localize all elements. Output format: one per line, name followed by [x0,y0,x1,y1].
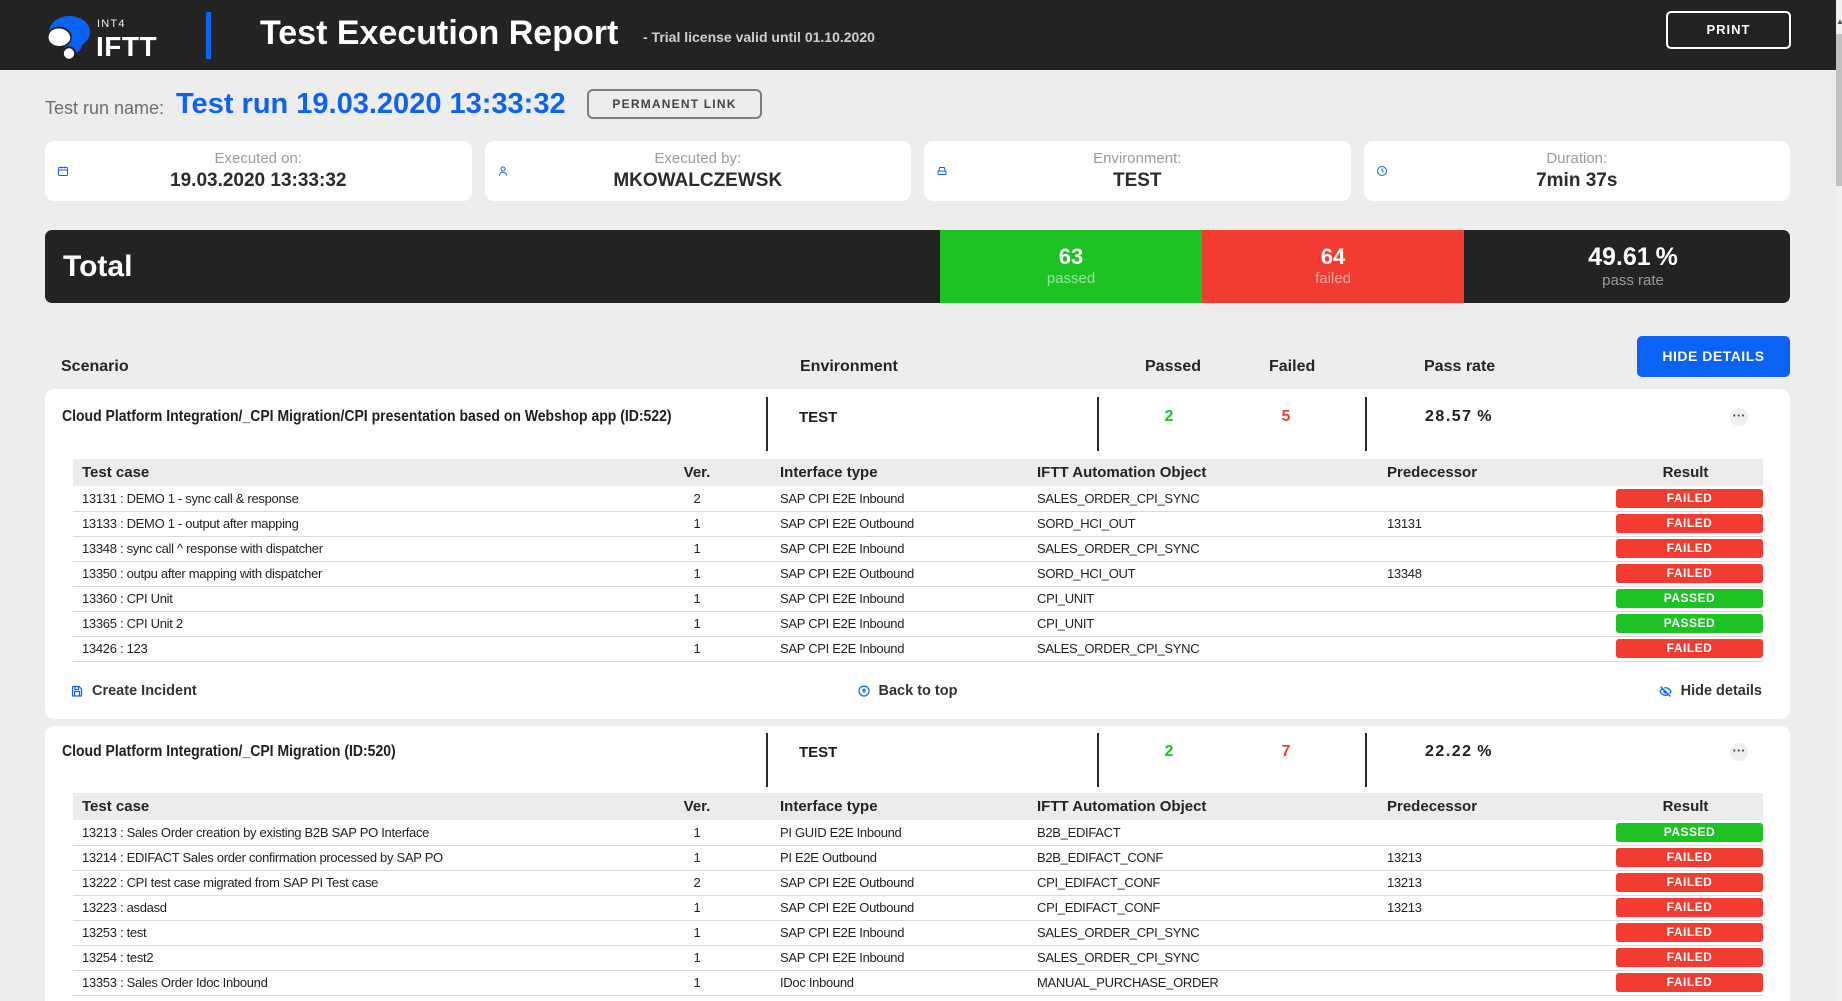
svg-text:INT4: INT4 [97,18,126,30]
svg-text:IFTT: IFTT [96,31,157,62]
